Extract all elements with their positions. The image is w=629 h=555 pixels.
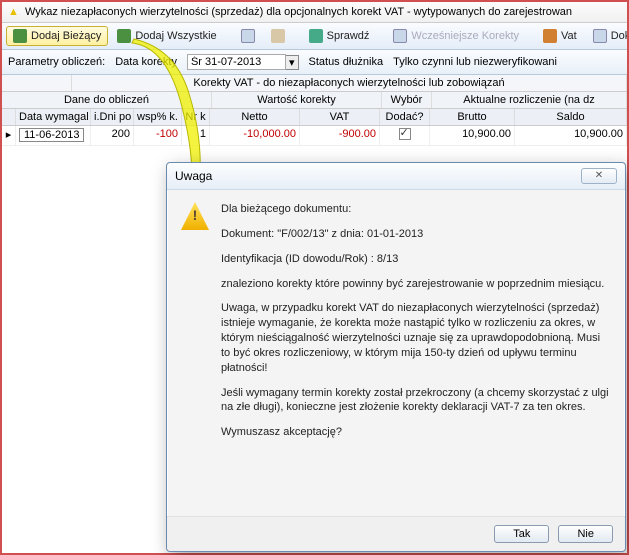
window-title-text: Wykaz niezapłaconych wierzytelności (spr… xyxy=(25,6,572,18)
data-grid: Korekty VAT - do niezapłaconych wierzyte… xyxy=(2,75,627,146)
col-netto[interactable]: Netto xyxy=(210,109,300,125)
status-dluznika-value: Tylko czynni lub niezweryfikowani xyxy=(393,56,557,68)
cell-brutto: 10,900.00 xyxy=(430,126,515,145)
doc-icon-button[interactable] xyxy=(234,26,262,46)
dialog-line6: Jeśli wymagany termin korekty został prz… xyxy=(221,386,611,416)
col-vat[interactable]: VAT xyxy=(300,109,380,125)
warning-icon xyxy=(181,202,209,230)
col-saldo[interactable]: Saldo xyxy=(515,109,627,125)
dodaj-wszystkie-button[interactable]: Dodaj Wszystkie xyxy=(110,26,223,46)
dialog-text: Dla bieżącego dokumentu: Dokument: "F/00… xyxy=(221,202,611,508)
group-wartosc: Wartość korekty xyxy=(212,92,382,108)
group-wybor: Wybór xyxy=(382,92,432,108)
col-dodac[interactable]: Dodać? xyxy=(380,109,430,125)
wczesniejsze-label: Wcześniejsze Korekty xyxy=(411,30,519,42)
document-icon xyxy=(241,29,255,43)
dodaj-biezacy-button[interactable]: Dodaj Bieżący xyxy=(6,26,108,46)
data-korekty-input[interactable] xyxy=(187,54,286,70)
dialog-line2: Dokument: "F/002/13" z dnia: 01-01-2013 xyxy=(221,227,611,242)
window-title-bar: ▲ Wykaz niezapłaconych wierzytelności (s… xyxy=(2,2,627,23)
plus-icon xyxy=(117,29,131,43)
grid-top-header: Korekty VAT - do niezapłaconych wierzyte… xyxy=(72,75,627,91)
col-nrk[interactable]: Nr k xyxy=(182,109,210,125)
dialog-line4: znaleziono korekty które powinny być zar… xyxy=(221,277,611,292)
plus-icon xyxy=(13,29,27,43)
cell-saldo: 10,900.00 xyxy=(515,126,627,145)
dialog-line7: Wymuszasz akceptację? xyxy=(221,425,611,440)
col-brutto[interactable]: Brutto xyxy=(430,109,515,125)
status-dluznika-label: Status dłużnika xyxy=(309,56,384,68)
cell-data-wymagal[interactable]: 11-06-2013 xyxy=(19,128,84,142)
group-dane: Dane do obliczeń xyxy=(2,92,212,108)
dialog-close-button[interactable]: ✕ xyxy=(581,168,617,184)
uwaga-dialog: Uwaga ✕ Dla bieżącego dokumentu: Dokumen… xyxy=(166,162,626,552)
dialog-yes-button[interactable]: Tak xyxy=(494,525,549,543)
main-toolbar: Dodaj Bieżący Dodaj Wszystkie Sprawdź Wc… xyxy=(2,23,627,50)
document-icon xyxy=(393,29,407,43)
dokume-label: Dokume xyxy=(611,30,627,42)
cell-wsp-k: -100 xyxy=(134,126,182,145)
dokume-button[interactable]: Dokume xyxy=(586,26,627,46)
vat-icon xyxy=(543,29,557,43)
cell-nrk: 1 xyxy=(182,126,210,145)
vat-label: Vat xyxy=(561,30,577,42)
table-row[interactable]: ▸ 11-06-2013 200 -100 1 -10,000.00 -900.… xyxy=(2,126,627,146)
warning-icon: ▲ xyxy=(8,6,19,18)
date-dropdown-button[interactable]: ▾ xyxy=(286,55,299,70)
col-wsp-k[interactable]: wsp% k. xyxy=(134,109,182,125)
col-dni-po[interactable]: i.Dni po xyxy=(91,109,134,125)
col-data-wymagal[interactable]: Data wymagal xyxy=(16,109,91,125)
check-icon xyxy=(309,29,323,43)
print-icon xyxy=(271,29,285,43)
cell-dni-po: 200 xyxy=(91,126,134,145)
dialog-line1: Dla bieżącego dokumentu: xyxy=(221,202,611,217)
sprawdz-button[interactable]: Sprawdź xyxy=(302,26,377,46)
dialog-line5: Uwaga, w przypadku korekt VAT do niezapł… xyxy=(221,301,611,375)
cell-vat: -900.00 xyxy=(300,126,380,145)
wczesniejsze-korekty-button: Wcześniejsze Korekty xyxy=(386,26,526,46)
dodaj-wszystkie-label: Dodaj Wszystkie xyxy=(135,30,216,42)
sprawdz-label: Sprawdź xyxy=(327,30,370,42)
dodaj-biezacy-label: Dodaj Bieżący xyxy=(31,30,101,42)
print-icon-button[interactable] xyxy=(264,26,292,46)
document-icon xyxy=(593,29,607,43)
group-aktualne: Aktualne rozliczenie (na dz xyxy=(432,92,627,108)
dialog-line3: Identyfikacja (ID dowodu/Rok) : 8/13 xyxy=(221,252,611,267)
params-label: Parametry obliczeń: xyxy=(8,56,105,68)
data-korekty-label: Data korekty xyxy=(115,56,177,68)
vat-button[interactable]: Vat xyxy=(536,26,584,46)
cell-dodac-checkbox[interactable] xyxy=(399,128,411,140)
dialog-no-button[interactable]: Nie xyxy=(558,525,613,543)
cell-netto: -10,000.00 xyxy=(210,126,300,145)
row-selector-icon[interactable]: ▸ xyxy=(2,126,16,145)
params-bar: Parametry obliczeń: Data korekty ▾ Statu… xyxy=(2,50,627,75)
dialog-title: Uwaga xyxy=(175,169,212,183)
